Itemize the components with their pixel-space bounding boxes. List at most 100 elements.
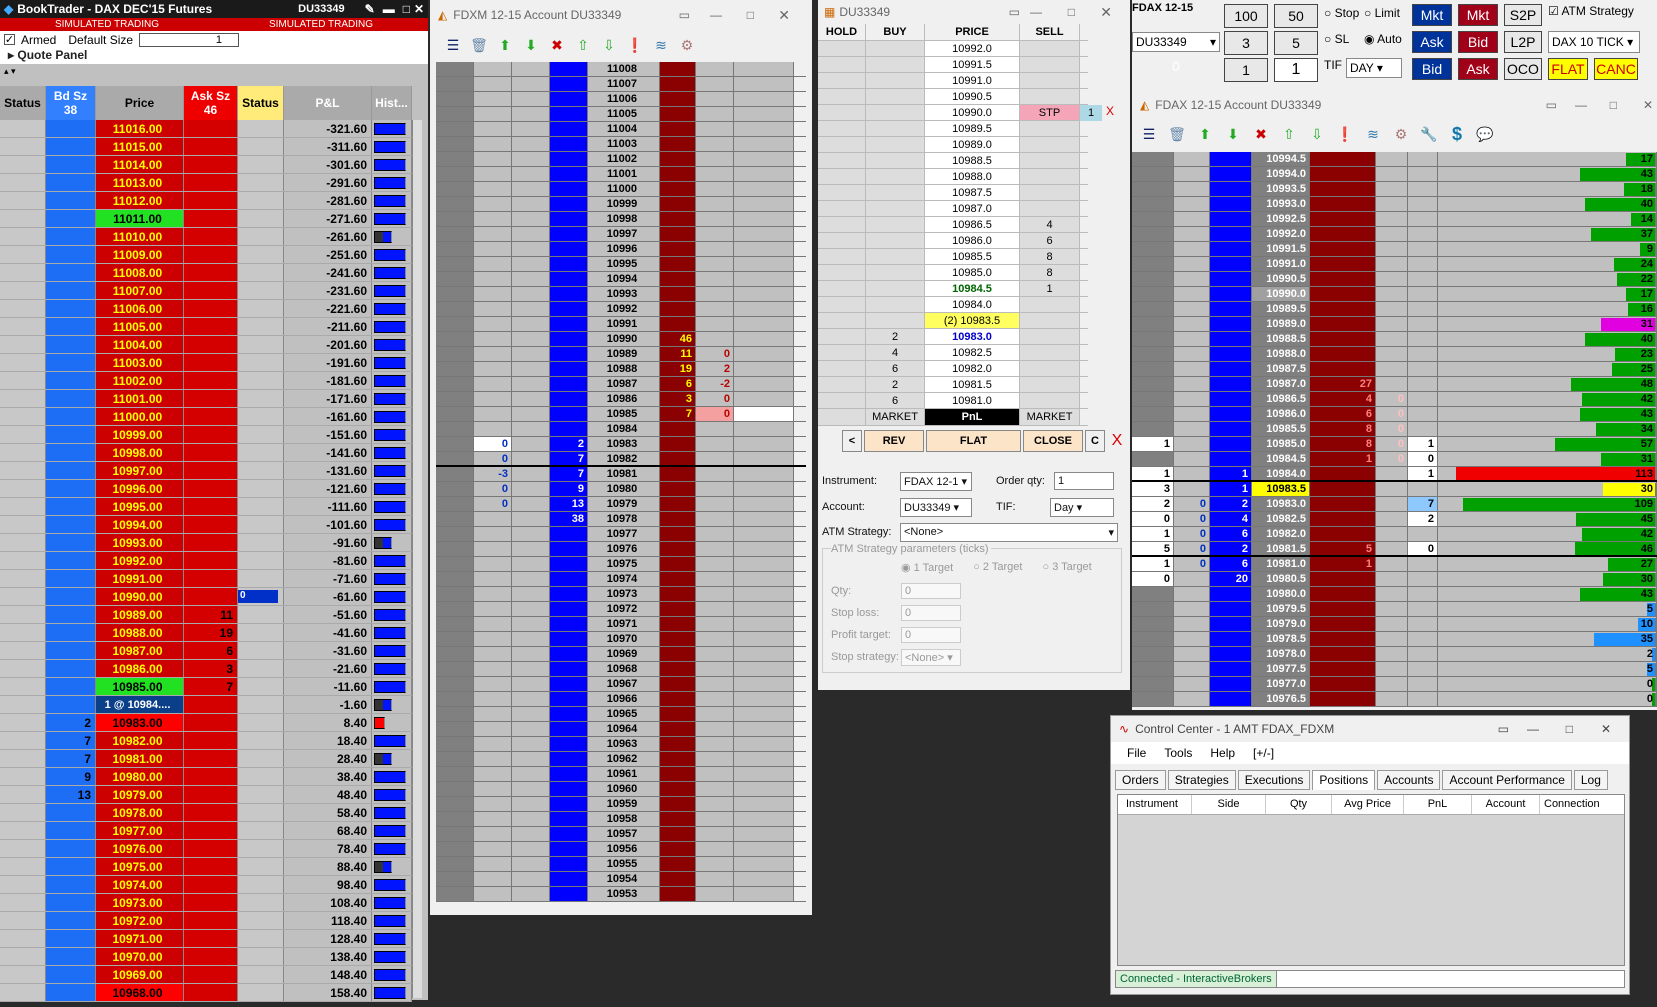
wrench-icon[interactable]: 🔧	[1418, 123, 1440, 145]
dax-cell-3[interactable]: 10979.0	[1252, 617, 1310, 631]
price-cell[interactable]: 10983.00	[96, 714, 184, 731]
status-cell[interactable]	[0, 588, 46, 605]
booktrader-row[interactable]: 11002.00 -181.60	[0, 372, 412, 390]
order-status-cell[interactable]	[238, 912, 284, 929]
booktrader-row[interactable]: 10992.00 -81.60	[0, 552, 412, 570]
fdxm-row[interactable]: 10961	[436, 767, 806, 782]
price-cell[interactable]: 10982.00	[96, 732, 184, 749]
fdxm-cell-ask[interactable]: 6	[660, 377, 696, 391]
fdxm-cell-c3[interactable]	[550, 362, 588, 376]
price-cell[interactable]: 11001.00	[96, 390, 184, 407]
fdxm-row[interactable]: 10973	[436, 587, 806, 602]
dax-cell-4[interactable]: 1	[1310, 452, 1376, 466]
fdxm-cell-ask[interactable]	[660, 872, 696, 886]
order-status-cell[interactable]	[238, 408, 284, 425]
status-cell[interactable]	[0, 210, 46, 227]
dax-row[interactable]: 10985.5 8 0 34	[1132, 422, 1657, 437]
fdxm-cell-ask[interactable]	[660, 827, 696, 841]
booktrader-row[interactable]: 10974.00 98.40	[0, 876, 412, 894]
fdxm-cell-c3[interactable]: 2	[550, 437, 588, 451]
order-status-cell[interactable]	[238, 318, 284, 335]
price-cell[interactable]: 10986.00	[96, 660, 184, 677]
mkt-buy-button[interactable]: Mkt	[1412, 4, 1452, 26]
dax-row[interactable]: 1 0 6 10982.0 42	[1132, 527, 1657, 542]
order-qty-input[interactable]: 1	[1054, 472, 1114, 490]
fdxm-cell-c3[interactable]	[550, 662, 588, 676]
ask-size-cell[interactable]	[184, 228, 238, 245]
dax-cell-3[interactable]: 10981.0	[1252, 557, 1310, 571]
order-status-cell[interactable]	[238, 714, 284, 731]
dax-row[interactable]: 10978.0 2	[1132, 647, 1657, 662]
collapse-button[interactable]: <	[842, 430, 862, 452]
bid-size-cell[interactable]	[46, 948, 96, 965]
s2p-button[interactable]: S2P	[1504, 4, 1542, 26]
fdxm-cell-ask[interactable]	[660, 632, 696, 646]
price-cell[interactable]: 10986.5	[925, 217, 1020, 232]
cancel-button[interactable]: CANC	[1594, 58, 1638, 80]
ask-size-cell[interactable]: 6	[184, 642, 238, 659]
working-order-badge[interactable]: 0	[238, 590, 278, 603]
status-cell[interactable]	[0, 858, 46, 875]
fdxm-row[interactable]: 10971	[436, 617, 806, 632]
fdxm-row[interactable]: 10967	[436, 677, 806, 692]
dax-cell-4[interactable]	[1310, 512, 1376, 526]
restore-icon[interactable]: ▭	[1546, 98, 1557, 112]
fdxm-cell-price[interactable]: 10967	[588, 677, 660, 691]
bid-size-cell[interactable]	[46, 462, 96, 479]
maximize-icon[interactable]: □	[747, 8, 754, 22]
price-cell[interactable]: 10976.00	[96, 840, 184, 857]
dax-row[interactable]: 10990.0 17	[1132, 287, 1657, 302]
fdxm-cell-ask[interactable]	[660, 257, 696, 271]
maximize-icon[interactable]: □	[403, 2, 410, 16]
order-status-cell[interactable]	[238, 570, 284, 587]
col-pnl[interactable]: PnL	[1404, 795, 1472, 814]
fdxm-cell-c3[interactable]	[550, 707, 588, 721]
sl-radio[interactable]: ○ SL	[1324, 32, 1349, 46]
fdxm-cell-price[interactable]: 10978	[588, 512, 660, 526]
fdxm-cell-c3[interactable]	[550, 317, 588, 331]
price-cell[interactable]: (2) 10983.5	[925, 313, 1020, 328]
buy-cell[interactable]: 4	[866, 345, 925, 360]
dax-cell-1[interactable]	[1174, 632, 1210, 646]
dax-cell-3[interactable]: 10990.0	[1252, 287, 1310, 301]
close-icon[interactable]: ✕	[1643, 98, 1653, 112]
atm-strategy-select[interactable]: DAX 10 TICK ▾	[1548, 31, 1640, 53]
tif-select[interactable]: Day ▾	[1050, 497, 1114, 517]
bid-size-cell[interactable]	[46, 138, 96, 155]
booktrader-scrollbar[interactable]	[412, 120, 422, 998]
fdxm-cell-c3[interactable]	[550, 827, 588, 841]
fdxm-row[interactable]: 10959	[436, 797, 806, 812]
booktrader-row[interactable]: 10968.00 158.40	[0, 984, 412, 1002]
dax-cell-1[interactable]: 0	[1174, 542, 1210, 555]
ask-size-cell[interactable]	[184, 300, 238, 317]
sell-stop-icon[interactable]: ⇩	[598, 34, 620, 56]
dax-cell-1[interactable]	[1174, 587, 1210, 601]
ask-size-cell[interactable]	[184, 174, 238, 191]
qty-1-button[interactable]: 1	[1224, 58, 1268, 82]
dax-row[interactable]: 10993.0 40	[1132, 197, 1657, 212]
price-cell[interactable]: 10972.00	[96, 912, 184, 929]
fdxm-cell-price[interactable]: 10994	[588, 272, 660, 286]
fdxm-cell-ask[interactable]	[660, 452, 696, 465]
fdxm-cell-ask[interactable]	[660, 617, 696, 631]
fdxm-cell-price[interactable]: 10997	[588, 227, 660, 241]
price-cell[interactable]: 10990.00	[96, 588, 184, 605]
buy-cell[interactable]	[866, 185, 925, 200]
fdxm-cell-c3[interactable]	[550, 737, 588, 751]
sell-cell[interactable]	[1020, 393, 1080, 408]
dax-cell-4[interactable]	[1310, 347, 1376, 361]
price-cell[interactable]: 10977.00	[96, 822, 184, 839]
bid-size-cell[interactable]	[46, 804, 96, 821]
booktrader-row[interactable]: 11012.00 -281.60	[0, 192, 412, 210]
fdxm-cell-c3[interactable]	[550, 527, 588, 541]
price-cell[interactable]: 10988.5	[925, 153, 1020, 168]
fdxm-row[interactable]: 10985 7 0	[436, 407, 806, 422]
fdxm-cell-ask[interactable]	[660, 212, 696, 226]
price-cell[interactable]: 10987.00	[96, 642, 184, 659]
limit-radio[interactable]: ○ Limit	[1364, 6, 1400, 20]
price-cell[interactable]: 11004.00	[96, 336, 184, 353]
target-3-radio[interactable]: ○ 3 Target	[1042, 561, 1091, 574]
fdxm-cell-price[interactable]: 10999	[588, 197, 660, 211]
fdxm-cell-price[interactable]: 10998	[588, 212, 660, 226]
fdxm-cell-ask[interactable]	[660, 647, 696, 661]
